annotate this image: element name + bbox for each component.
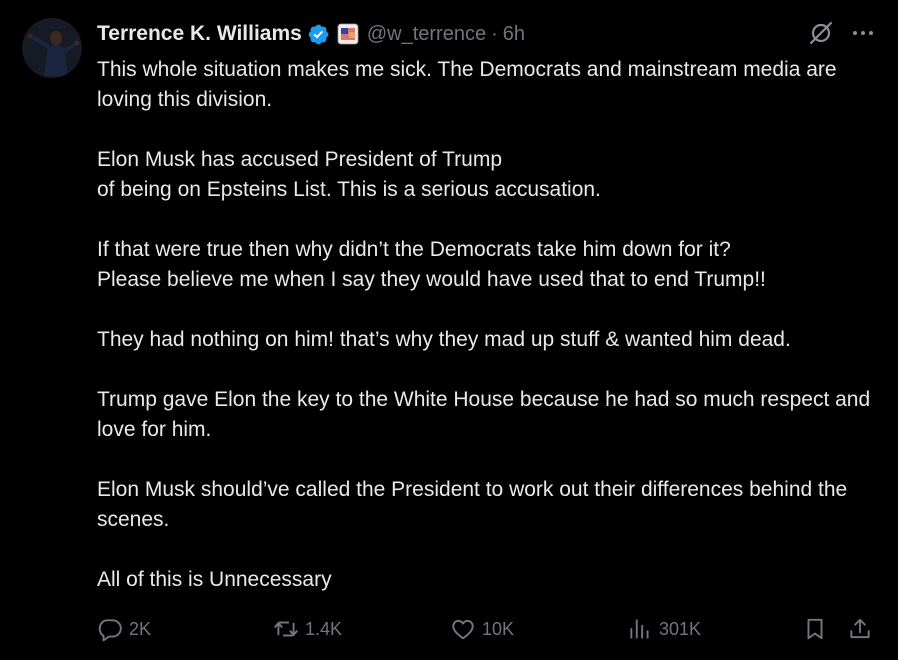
action-bar: 2K 1.4K 10K 301K xyxy=(97,612,877,646)
avatar[interactable] xyxy=(22,18,82,78)
repost-arrows-icon xyxy=(273,616,299,642)
more-dots-icon[interactable] xyxy=(850,20,876,46)
heart-icon xyxy=(450,616,476,642)
reply-count: 2K xyxy=(129,618,152,639)
tweet-paragraph: All of this is Unnecessary xyxy=(97,568,332,591)
like-button[interactable]: 10K xyxy=(450,612,514,646)
repost-button[interactable]: 1.4K xyxy=(273,612,342,646)
top-actions xyxy=(808,20,876,46)
tweet-paragraph: They had nothing on him! that’s why they… xyxy=(97,328,791,351)
share-button[interactable] xyxy=(847,612,873,646)
flag-badge-icon[interactable] xyxy=(337,23,359,45)
author-name[interactable]: Terrence K. Williams xyxy=(97,22,302,46)
views-button[interactable]: 301K xyxy=(627,612,701,646)
repost-count: 1.4K xyxy=(305,618,343,639)
avatar-image xyxy=(22,18,82,78)
tweet-text: This whole situation makes me sick. The … xyxy=(97,55,887,625)
tweet-paragraph: This whole situation makes me sick. The … xyxy=(97,58,837,111)
reply-bubble-icon xyxy=(97,616,123,642)
tweet-paragraph: Trump gave Elon the key to the White Hou… xyxy=(97,388,871,441)
grok-icon[interactable] xyxy=(808,20,834,46)
bookmark-icon xyxy=(802,616,828,642)
analytics-bars-icon xyxy=(627,616,653,642)
views-count: 301K xyxy=(659,618,702,639)
share-upload-icon xyxy=(847,616,873,642)
like-count: 10K xyxy=(482,618,515,639)
separator-dot: · xyxy=(491,22,498,45)
tweet-paragraph: Elon Musk should’ve called the President… xyxy=(97,478,848,531)
tweet-paragraph: Elon Musk has accused President of Trump… xyxy=(97,148,601,201)
tweet-paragraph: If that were true then why didn’t the De… xyxy=(97,238,766,291)
post-time[interactable]: 6h xyxy=(503,23,525,46)
bookmark-button[interactable] xyxy=(802,612,828,646)
reply-button[interactable]: 2K xyxy=(97,612,151,646)
author-handle[interactable]: @w_terrence xyxy=(367,23,486,46)
tweet-header: Terrence K. Williams @w_terrence · 6h xyxy=(97,19,525,49)
verified-badge-icon[interactable] xyxy=(307,23,330,46)
